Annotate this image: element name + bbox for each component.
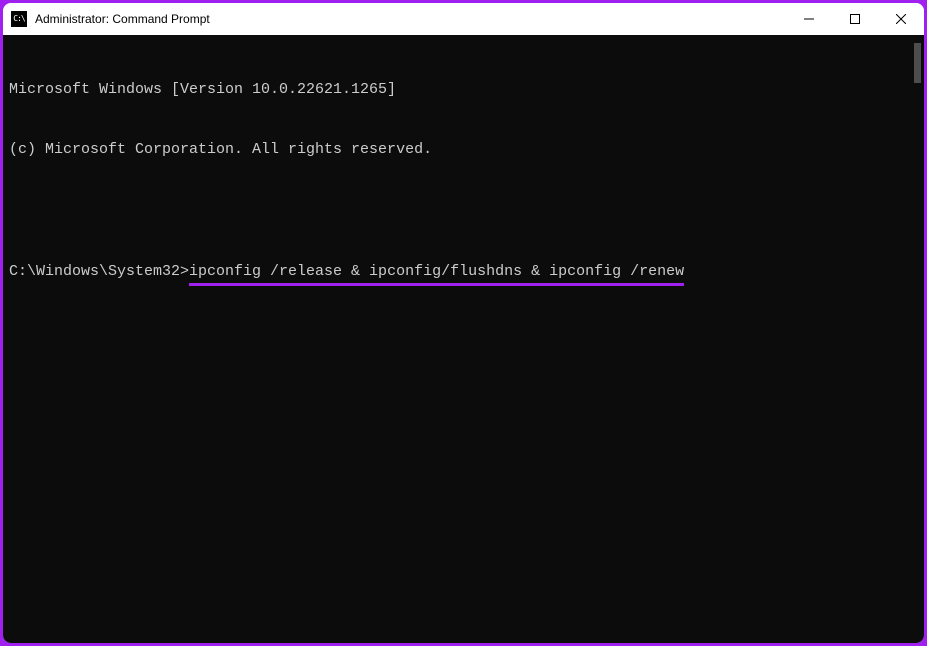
titlebar[interactable]: C:\ Administrator: Command Prompt (3, 3, 924, 35)
terminal-blank-line (9, 201, 918, 221)
terminal-command-text: ipconfig /release & ipconfig/flushdns & … (189, 262, 684, 286)
terminal-prompt-path: C:\Windows\System32> (9, 263, 189, 280)
terminal-area[interactable]: Microsoft Windows [Version 10.0.22621.12… (3, 35, 924, 643)
command-prompt-window: C:\ Administrator: Command Prompt (3, 3, 924, 643)
close-button[interactable] (878, 3, 924, 35)
maximize-button[interactable] (832, 3, 878, 35)
minimize-icon (804, 14, 814, 24)
vertical-scrollbar[interactable] (914, 43, 921, 83)
maximize-icon (850, 14, 860, 24)
terminal-version-line: Microsoft Windows [Version 10.0.22621.12… (9, 80, 918, 100)
cmd-icon: C:\ (11, 11, 27, 27)
terminal-copyright-line: (c) Microsoft Corporation. All rights re… (9, 140, 918, 160)
window-title: Administrator: Command Prompt (35, 12, 786, 26)
cmd-icon-glyph: C:\ (13, 15, 24, 23)
window-controls (786, 3, 924, 35)
close-icon (896, 14, 906, 24)
terminal-content: Microsoft Windows [Version 10.0.22621.12… (3, 35, 924, 331)
terminal-prompt-line: C:\Windows\System32>ipconfig /release & … (9, 262, 918, 286)
minimize-button[interactable] (786, 3, 832, 35)
